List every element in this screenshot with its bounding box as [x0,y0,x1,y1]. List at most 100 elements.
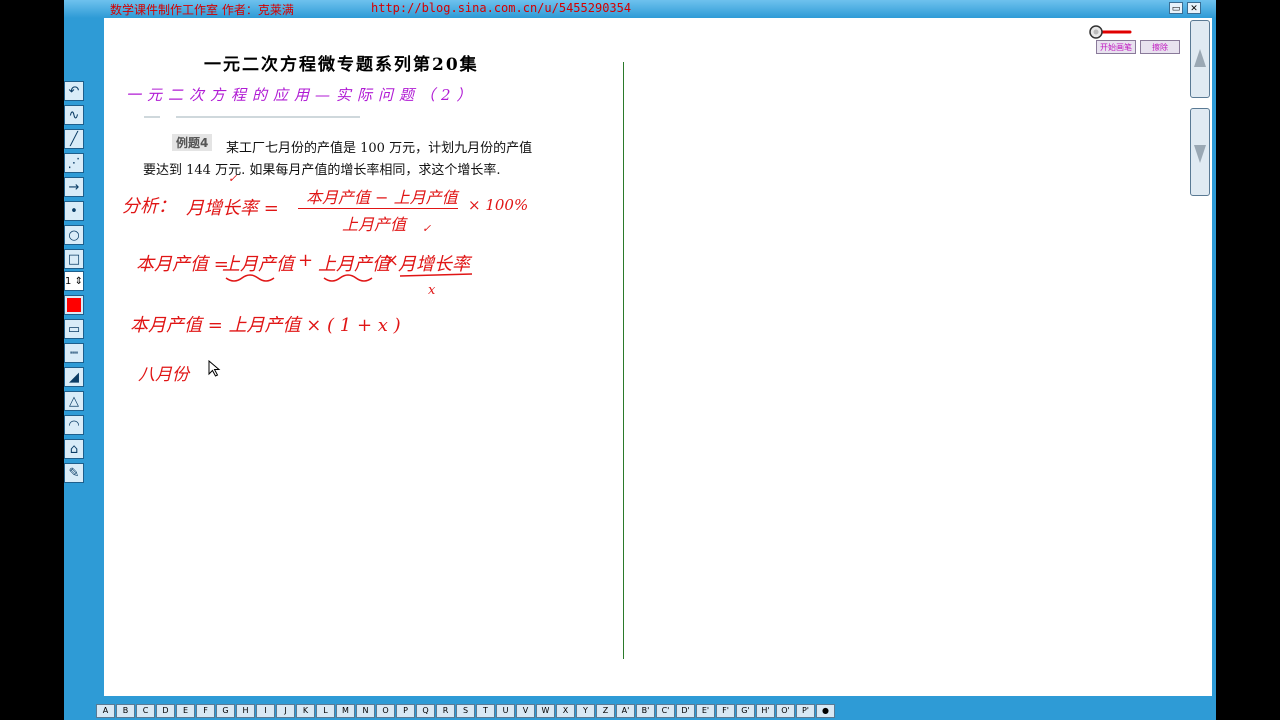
handwritten-check-mark: ✓ [422,222,432,235]
alphabet-key[interactable]: D [156,704,175,718]
alphabet-key[interactable]: J [276,704,295,718]
alphabet-key[interactable]: ● [816,704,835,718]
alphabet-key[interactable]: O [376,704,395,718]
handwritten-analysis: 分析： [122,196,176,217]
document-title: 一元二次方程微专题系列第20集 [204,55,479,75]
straight-line-tool-button[interactable]: ╱ [64,129,84,149]
alphabet-key[interactable]: U [496,704,515,718]
handwritten-numerator: 本月产值 − 上月产值 [306,188,458,207]
triangle-ruler-icon: ◢ [69,369,79,385]
clear-button[interactable]: 擦除 [1140,40,1180,54]
document-subtitle: 一元二次方程的应用—实际问题（2） [126,86,478,104]
alphabet-key[interactable]: W [536,704,555,718]
triangle-ruler-2-tool-button[interactable]: △ [64,391,84,411]
alphabet-key[interactable]: S [456,704,475,718]
circle-tool-button[interactable]: ○ [64,225,84,245]
point-icon: • [70,203,78,219]
straight-line-icon: ╱ [70,131,78,147]
alphabet-key[interactable]: C' [656,704,675,718]
fraction-bar [298,208,458,209]
alphabet-key[interactable]: Z [596,704,615,718]
freehand-curve-icon: ∿ [68,107,80,123]
window-url[interactable]: http://blog.sina.com.cn/u/5455290354 [371,1,631,15]
alphabet-key[interactable]: A' [616,704,635,718]
undo-tool-button[interactable]: ↶ [64,81,84,101]
handwritten-eq3: 本月产值 = 上月产值 × ( 1 + x ) [130,315,401,336]
alphabet-key[interactable]: H' [756,704,775,718]
handwritten-growth-rate: 月增长率 = [186,198,279,219]
freehand-curve-tool-button[interactable]: ∿ [64,105,84,125]
alphabet-key[interactable]: K [296,704,315,718]
alphabet-key[interactable]: T [476,704,495,718]
handwritten-eq2-lhs: 本月产值 = [136,254,229,275]
alphabet-key[interactable]: E [176,704,195,718]
protractor-icon: ◠ [68,417,80,433]
alphabet-key[interactable]: G' [736,704,755,718]
rectangle-tool-button[interactable]: □ [64,249,84,269]
alphabet-key[interactable]: G [216,704,235,718]
window-title: 数学课件制作工作室 作者：克莱满 [110,3,294,17]
alphabet-key[interactable]: Y [576,704,595,718]
alphabet-key[interactable]: D' [676,704,695,718]
ruler-tool-button[interactable]: ▭ [64,319,84,339]
alphabet-key[interactable]: F [196,704,215,718]
point-tool-button[interactable]: • [64,201,84,221]
arrow-down-icon [1194,145,1206,163]
pen-eraser-tool-button[interactable]: ✎ [64,463,84,483]
dotted-line-tool-button[interactable]: ⋰ [64,153,84,173]
protractor-tool-button[interactable]: ◠ [64,415,84,435]
handwritten-denominator: 上月产值 [342,215,407,234]
alphabet-key[interactable]: M [336,704,355,718]
title-bar: 数学课件制作工作室 作者：克莱满 http://blog.sina.com.cn… [64,0,1216,18]
page-down-button[interactable] [1190,108,1210,196]
triangle-ruler-tool-button[interactable]: ◢ [64,367,84,387]
color-square-icon [67,298,81,312]
alphabet-key[interactable]: X [556,704,575,718]
alphabet-key[interactable]: B' [636,704,655,718]
alphabet-key[interactable]: A [96,704,115,718]
compass-icon: ⌂ [69,441,79,457]
handwritten-wavy-underlines [225,273,473,282]
handwritten-times-percent: × 100% [468,196,529,214]
compass-tool-button[interactable]: ⌂ [64,439,84,459]
handwritten-eq2-times: × [384,250,400,271]
pen-color-swatch[interactable] [64,295,84,315]
alphabet-key[interactable]: I [256,704,275,718]
alphabet-key[interactable]: L [316,704,335,718]
example-text-line-1: 某工厂七月份的产值是 100 万元，计划九月份的产值 [226,141,533,156]
line-width-value: 1 ⇕ [65,275,83,287]
alphabet-key[interactable]: O' [776,704,795,718]
alphabet-key[interactable]: V [516,704,535,718]
whiteboard-canvas[interactable] [104,18,1212,696]
alphabet-key[interactable]: P [396,704,415,718]
dotted-line-icon: ⋰ [67,155,81,171]
alphabet-key[interactable]: P' [796,704,815,718]
rectangle-icon: □ [67,251,81,267]
arrow-tool-button[interactable]: → [64,177,84,197]
alphabet-key[interactable]: Q [416,704,435,718]
subtitle-underline [176,116,360,118]
alphabet-bar: A B C D E F G H I J K L M N O P Q R S T U V W X Y Z A' B' C' D' E' F' G'… [96,704,835,718]
arrow-up-icon [1194,49,1206,67]
start-pen-button[interactable]: 开始画笔 [1096,40,1136,54]
alphabet-key[interactable]: E' [696,704,715,718]
alphabet-key[interactable]: C [136,704,155,718]
page-up-button[interactable] [1190,20,1210,98]
alphabet-key[interactable]: B [116,704,135,718]
restore-button[interactable]: ▭ [1169,2,1183,14]
pen-size-slider[interactable] [1088,25,1134,39]
measure-ruler-tool-button[interactable]: ┉ [64,343,84,363]
alphabet-key[interactable]: N [356,704,375,718]
handwritten-x: x [428,283,436,298]
undo-icon: ↶ [68,83,80,99]
alphabet-key[interactable]: H [236,704,255,718]
line-width-stepper[interactable]: 1 ⇕ [64,271,84,291]
arrow-icon: → [68,179,80,195]
pen-eraser-icon: ✎ [68,465,80,481]
alphabet-key[interactable]: F' [716,704,735,718]
triangle-ruler-2-icon: △ [69,393,79,409]
close-button[interactable]: ✕ [1187,2,1201,14]
subtitle-underline [144,116,160,118]
handwritten-august: 八月份 [138,365,189,385]
alphabet-key[interactable]: R [436,704,455,718]
